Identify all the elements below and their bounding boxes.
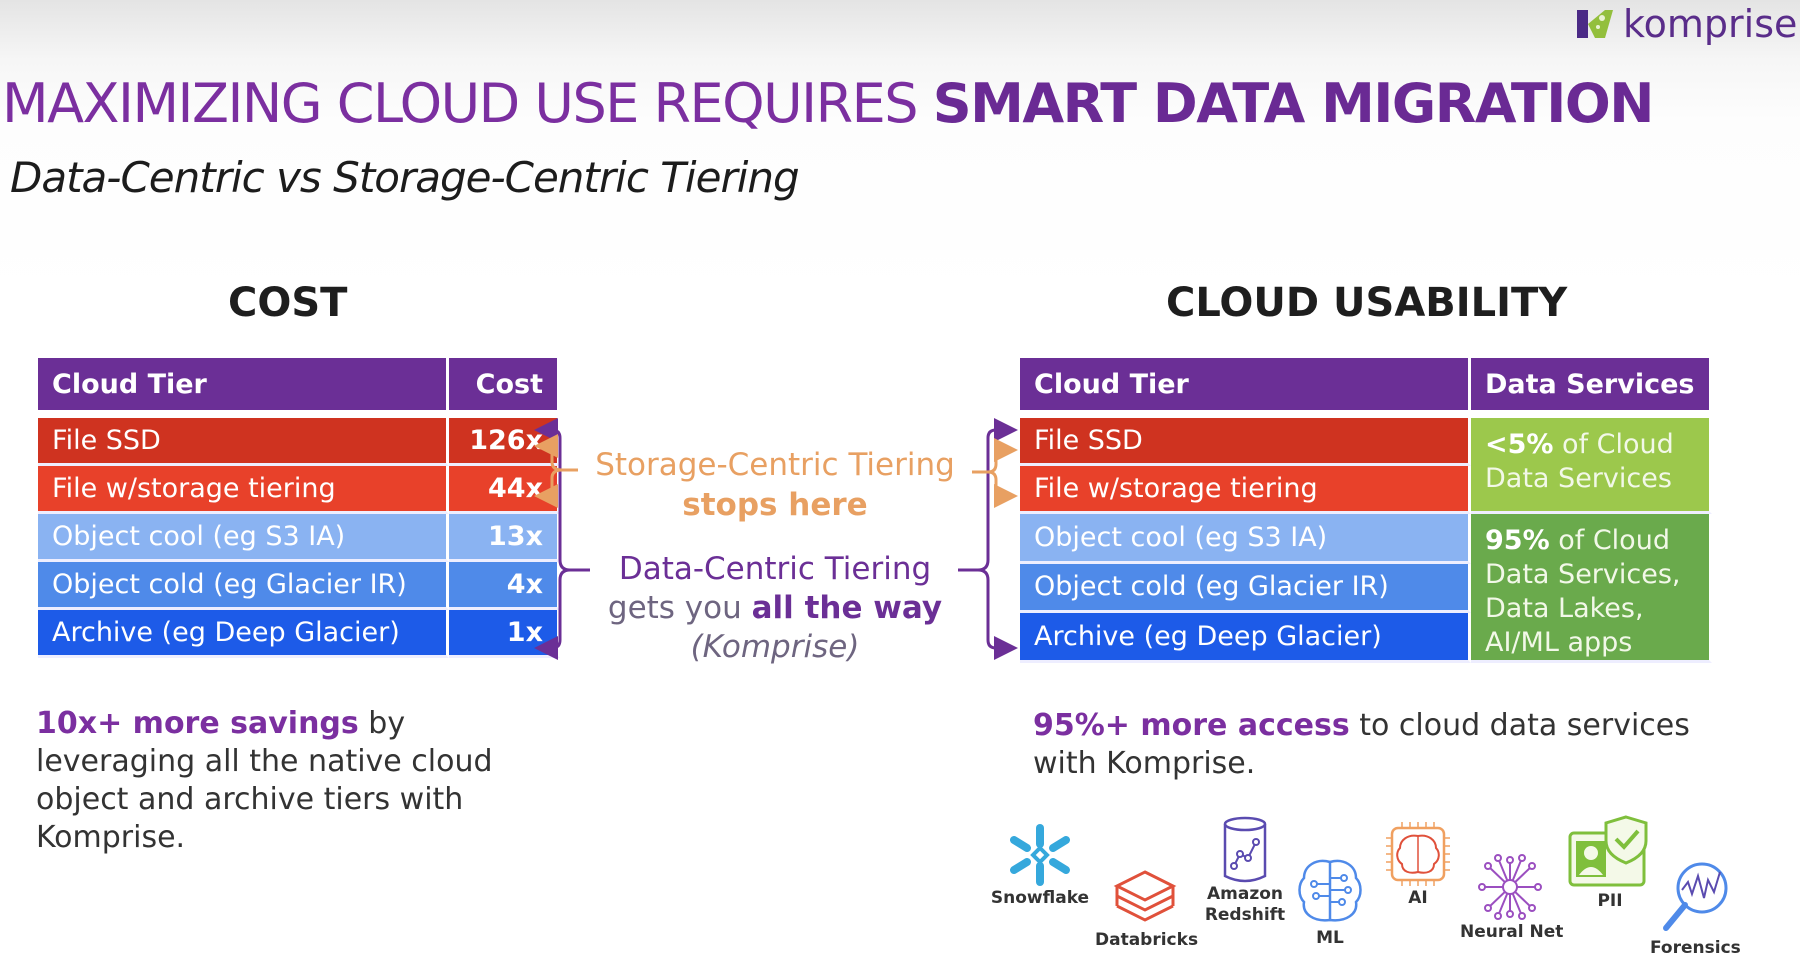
databricks-icon [1113, 870, 1177, 922]
pii-item: PII [1565, 815, 1655, 912]
neural-net-item: Neural Net [1460, 852, 1564, 943]
ml-label: ML [1316, 928, 1344, 948]
databricks-item: Databricks [1095, 868, 1199, 951]
ai-label: AI [1408, 888, 1428, 908]
pii-label: PII [1597, 891, 1623, 911]
data-centric-label: Data-Centric Tiering gets you all the wa… [590, 550, 960, 667]
redshift-label-line1: Amazon [1206, 884, 1284, 904]
storage-centric-bracket-right [972, 438, 1018, 508]
ml-item: ML [1290, 856, 1370, 949]
snowflake-label: Snowflake [990, 888, 1090, 908]
storage-label-line2: stops here [682, 487, 868, 523]
cost-summary: 10x+ more savings by leveraging all the … [36, 705, 556, 857]
storage-label-line1: Storage-Centric Tiering [595, 447, 955, 483]
snowflake-item: Snowflake [990, 822, 1090, 909]
data-label-line1: Data-Centric Tiering [618, 551, 932, 587]
forensics-label: Forensics [1650, 938, 1741, 958]
data-label-line2: gets you [607, 590, 752, 626]
redshift-label-line2: Redshift [1204, 905, 1286, 925]
forensics-item: Forensics [1650, 858, 1741, 959]
ai-item: AI [1380, 822, 1456, 909]
neural-net-icon [1478, 854, 1542, 920]
usability-summary: 95%+ more access to cloud data services … [1033, 707, 1733, 783]
redshift-icon [1223, 816, 1267, 883]
redshift-item: Amazon Redshift [1195, 816, 1295, 926]
pii-id-icon [1568, 815, 1648, 887]
storage-centric-label: Storage-Centric Tiering stops here [590, 445, 960, 525]
databricks-label: Databricks [1095, 930, 1199, 950]
data-centric-bracket-right [958, 418, 1018, 660]
data-centric-bracket-left [540, 430, 590, 660]
data-label-line3: (Komprise) [690, 629, 860, 665]
neural-net-label: Neural Net [1460, 922, 1564, 942]
forensics-icon [1663, 862, 1728, 931]
usability-summary-bold: 95%+ more access [1033, 708, 1350, 743]
data-label-line2-bold: all the way [751, 590, 943, 626]
cost-summary-bold: 10x+ more savings [36, 706, 359, 741]
ai-chip-icon [1386, 822, 1450, 886]
ml-brain-icon [1298, 859, 1362, 922]
snowflake-icon [1010, 824, 1070, 886]
